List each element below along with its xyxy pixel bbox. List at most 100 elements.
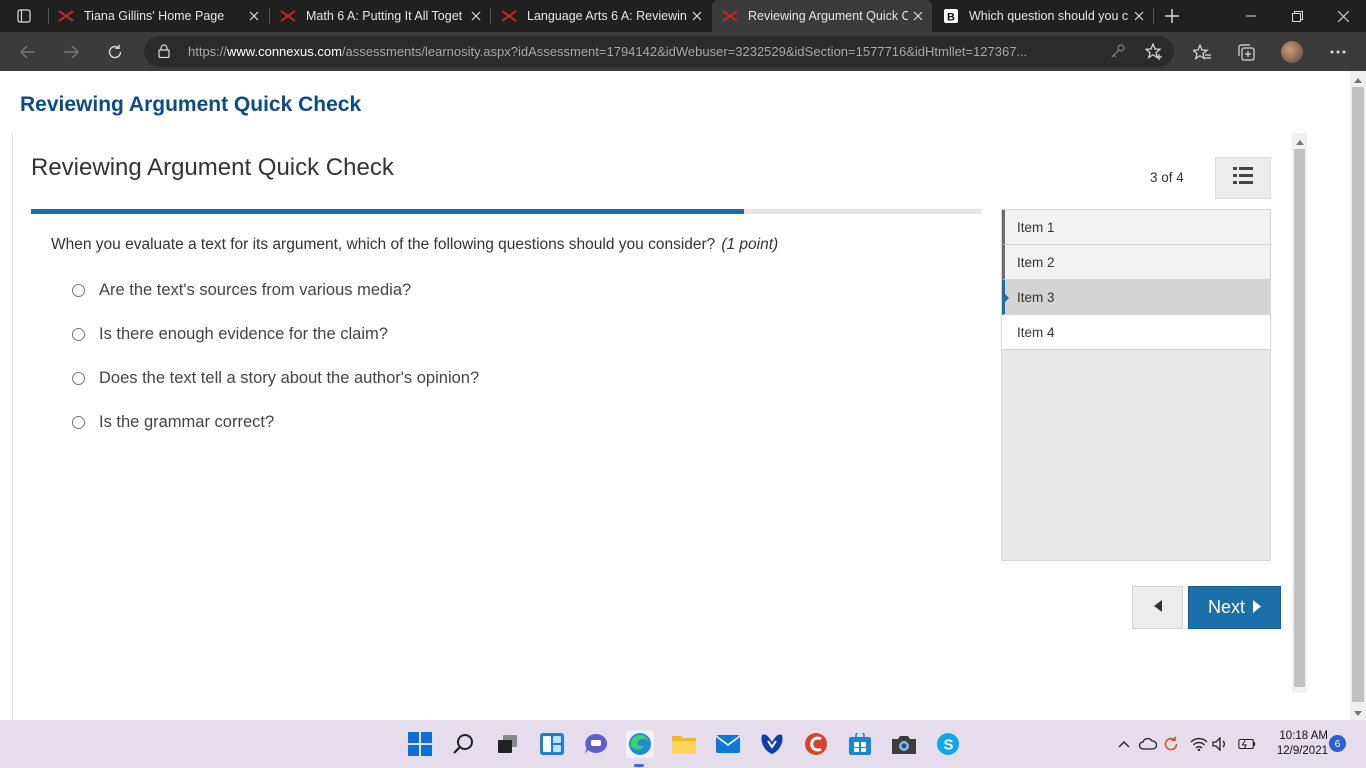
browser-tab-quick-check[interactable]: Reviewing Argument Quick C [712,0,932,32]
notification-badge[interactable]: 6 [1329,735,1346,752]
progress-bar [31,209,981,214]
connexus-logo-icon [280,8,296,24]
store-icon[interactable] [846,730,874,758]
task-view-icon[interactable] [494,730,522,758]
profile-avatar[interactable] [1278,38,1306,66]
url-text[interactable]: https://www.connexus.com/assessments/lea… [188,44,1088,59]
question-stem: When you evaluate a text for its argumen… [51,236,716,253]
answer-option[interactable]: Are the text's sources from various medi… [72,277,411,303]
radio-button[interactable] [72,327,85,341]
answer-option-label[interactable]: Is the grammar correct? [99,413,274,432]
close-tab-icon[interactable] [910,8,926,24]
page-title: Reviewing Argument Quick Check [20,93,362,116]
tab-separator [1153,8,1154,24]
clock-date: 12/9/2021 [1276,745,1328,757]
item-link-2[interactable]: Item 2 [1002,245,1270,280]
minimize-icon[interactable] [1228,0,1274,32]
widgets-icon[interactable] [538,730,566,758]
system-clock[interactable]: 10:18 AM 12/9/2021 [1270,729,1328,759]
scrollbar-thumb[interactable] [1294,149,1305,687]
scrollbar-thumb[interactable] [1352,87,1364,702]
ccleaner-icon[interactable] [802,730,830,758]
close-window-icon[interactable] [1320,0,1366,32]
question-text: When you evaluate a text for its argumen… [51,236,778,254]
close-tab-icon[interactable] [468,8,484,24]
teams-chat-icon[interactable] [582,730,610,758]
windows-start-icon[interactable] [406,730,434,758]
radio-button[interactable] [72,415,85,429]
file-explorer-icon[interactable] [670,730,698,758]
sync-icon[interactable] [1162,735,1180,753]
onedrive-icon[interactable] [1139,735,1157,753]
progress-fill [31,209,744,214]
skype-icon[interactable]: S [934,730,962,758]
item-link-3[interactable]: Item 3 [1002,280,1270,315]
browser-tab-brainly[interactable]: B Which question should you c [933,0,1153,32]
camera-icon[interactable] [890,730,918,758]
browser-toolbar: https://www.connexus.com/assessments/lea… [0,32,1366,71]
radio-button[interactable] [72,283,85,297]
item-list-toggle-button[interactable] [1215,157,1271,199]
answer-option-label[interactable]: Does the text tell a story about the aut… [99,369,479,388]
radio-button[interactable] [72,371,85,385]
scroll-up-icon[interactable] [1350,73,1366,87]
brainly-logo-icon: B [943,8,959,24]
taskbar: S 10:18 AM 12/9/2021 6 [0,720,1366,768]
forward-arrow-icon[interactable] [57,38,85,66]
answer-option[interactable]: Is the grammar correct? [72,409,274,435]
back-arrow-icon[interactable] [14,38,42,66]
favorites-icon[interactable] [1188,38,1216,66]
add-favorite-icon[interactable] [1144,42,1163,65]
show-hidden-icons-icon[interactable] [1115,735,1133,753]
mail-icon[interactable] [714,730,742,758]
address-bar[interactable]: https://www.connexus.com/assessments/lea… [144,36,1174,67]
edge-icon[interactable] [626,730,654,758]
volume-icon[interactable] [1212,735,1230,753]
inner-scrollbar[interactable] [1292,133,1307,693]
url-path: /assessments/learnosity.aspx?idAssessmen… [341,44,1028,59]
wifi-icon[interactable] [1190,735,1208,753]
next-button[interactable]: Next [1188,586,1281,629]
browser-tab-home[interactable]: Tiana Gillins' Home Page [48,0,268,32]
page-scrollbar[interactable] [1350,71,1366,720]
browser-tab-math[interactable]: Math 6 A: Putting It All Toget [270,0,490,32]
avatar [1281,41,1303,63]
item-link-4[interactable]: Item 4 [1002,315,1270,350]
answer-option-label[interactable]: Are the text's sources from various medi… [99,281,411,300]
scroll-up-icon[interactable] [1292,135,1307,149]
close-tab-icon[interactable] [246,8,262,24]
refresh-icon[interactable] [101,38,129,66]
list-icon [1233,167,1253,189]
answer-option[interactable]: Does the text tell a story about the aut… [72,365,479,391]
browser-tab-language-arts[interactable]: Language Arts 6 A: Reviewing [491,0,711,32]
restore-icon[interactable] [1274,0,1320,32]
tab-title: Reviewing Argument Quick C [748,9,908,23]
close-tab-icon[interactable] [1131,8,1147,24]
page-content: Reviewing Argument Quick Check Reviewing… [0,71,1366,720]
search-icon[interactable] [450,730,478,758]
item-link-1[interactable]: Item 1 [1002,210,1270,245]
connexus-logo-icon [58,8,74,24]
battery-icon[interactable] [1238,735,1256,753]
tab-title: Which question should you c [969,9,1129,23]
scroll-down-icon[interactable] [1350,706,1366,720]
tab-title: Tiana Gillins' Home Page [84,9,225,23]
malwarebytes-icon[interactable] [758,730,786,758]
clock-time: 10:18 AM [1279,730,1328,742]
key-icon[interactable] [1110,43,1126,64]
collections-icon[interactable] [1232,38,1260,66]
tab-actions-icon[interactable] [0,0,48,32]
close-tab-icon[interactable] [689,8,705,24]
new-tab-icon[interactable] [1160,4,1184,28]
connexus-logo-icon [501,8,517,24]
caret-left-icon [1153,599,1162,617]
svg-text:S: S [944,737,954,754]
caret-right-icon [1253,597,1261,618]
lock-icon[interactable] [158,44,170,63]
more-options-icon[interactable] [1324,38,1352,66]
url-prefix: https:// [188,44,228,59]
active-app-indicator [634,764,644,767]
previous-button[interactable] [1132,586,1183,629]
answer-option[interactable]: Is there enough evidence for the claim? [72,321,388,347]
answer-option-label[interactable]: Is there enough evidence for the claim? [99,325,388,344]
